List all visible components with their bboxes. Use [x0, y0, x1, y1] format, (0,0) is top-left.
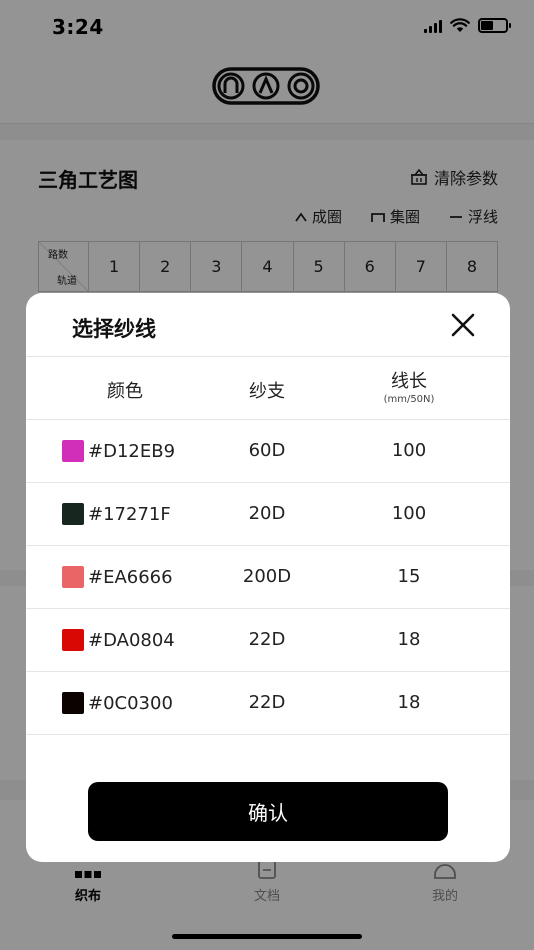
- yarn-row[interactable]: #EA6666 200D 15: [26, 546, 510, 609]
- yarn-color-hex: #DA0804: [88, 629, 175, 651]
- yarn-length: 18: [397, 692, 421, 713]
- yarn-table-header: 颜色 纱支 线长 (mm/50N): [26, 357, 510, 420]
- yarn-row[interactable]: #0C0300 22D 18: [26, 672, 510, 735]
- yarn-color-hex: #D12EB9: [88, 440, 176, 462]
- header-length-unit: (mm/50N): [383, 394, 435, 405]
- color-swatch: [62, 566, 84, 588]
- yarn-length: 100: [391, 503, 427, 524]
- yarn-color-hex: #0C0300: [88, 692, 173, 714]
- color-swatch: [62, 692, 84, 714]
- header-length: 线长 (mm/50N): [344, 367, 474, 405]
- dialog-header: 选择纱线: [26, 293, 510, 357]
- yarn-count: 200D: [242, 566, 292, 587]
- header-color: 颜色: [107, 381, 143, 402]
- yarn-row[interactable]: #D12EB9 60D 100: [26, 420, 510, 483]
- yarn-color: #17271F: [62, 503, 171, 525]
- color-swatch: [62, 503, 84, 525]
- yarn-length: 15: [397, 566, 421, 587]
- yarn-color-hex: #EA6666: [88, 566, 173, 588]
- yarn-length: 100: [391, 440, 427, 461]
- yarn-row[interactable]: #17271F 20D 100: [26, 483, 510, 546]
- yarn-count: 22D: [248, 629, 286, 650]
- yarn-count: 60D: [248, 440, 286, 461]
- yarn-count: 20D: [248, 503, 286, 524]
- dialog-title: 选择纱线: [72, 317, 156, 341]
- yarn-color-hex: #17271F: [88, 503, 171, 525]
- confirm-button[interactable]: 确认: [88, 782, 448, 841]
- color-swatch: [62, 440, 84, 462]
- select-yarn-dialog: 选择纱线 颜色 纱支 线长 (mm/50N) #D12EB9 60D 100 #…: [26, 293, 510, 862]
- yarn-count: 22D: [248, 692, 286, 713]
- header-yarn-count: 纱支: [249, 381, 285, 402]
- yarn-color: #0C0300: [62, 692, 173, 714]
- yarn-row[interactable]: #DA0804 22D 18: [26, 609, 510, 672]
- yarn-color: #D12EB9: [62, 440, 175, 462]
- header-length-label: 线长: [391, 371, 427, 392]
- yarn-color: #DA0804: [62, 629, 175, 651]
- yarn-length: 18: [397, 629, 421, 650]
- close-icon[interactable]: [450, 312, 476, 338]
- yarn-color: #EA6666: [62, 566, 173, 588]
- color-swatch: [62, 629, 84, 651]
